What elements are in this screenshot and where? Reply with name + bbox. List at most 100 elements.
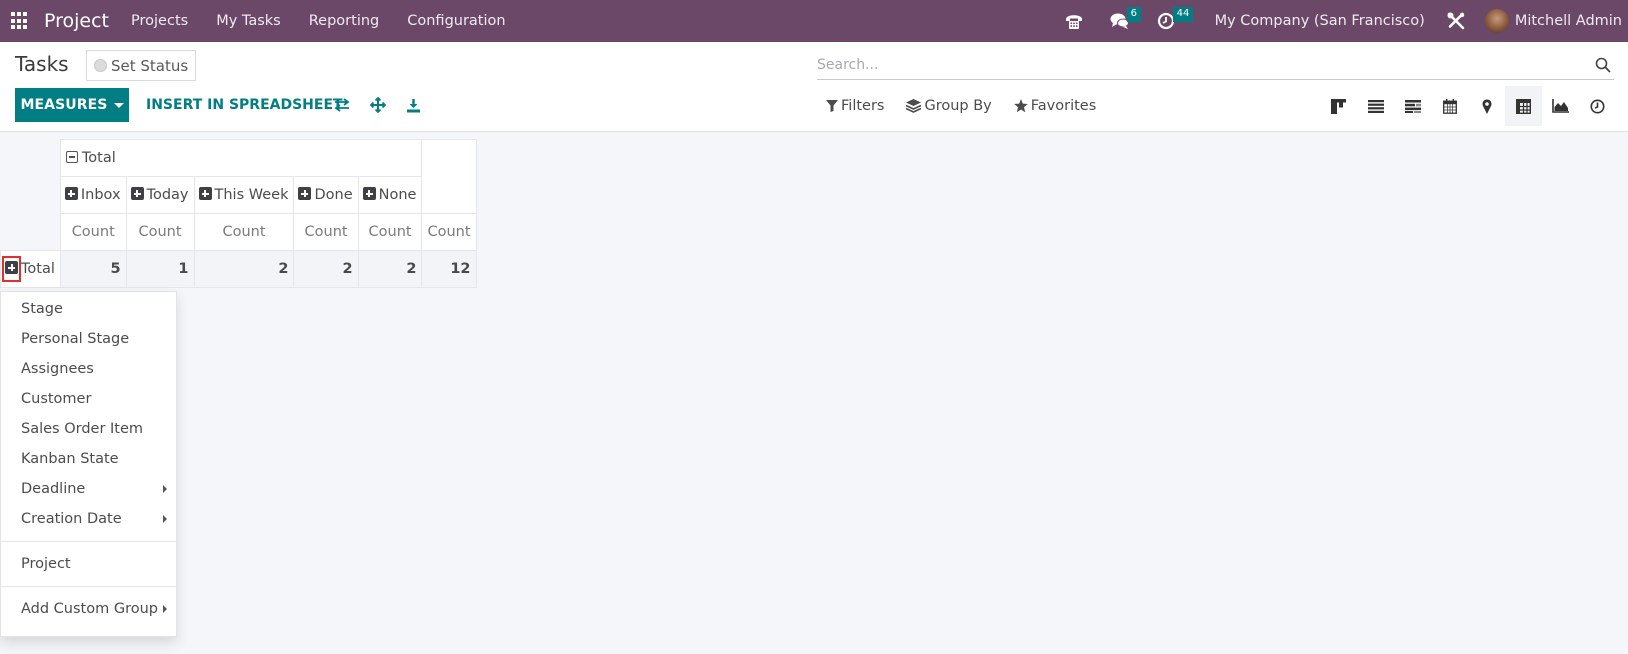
col-header-total[interactable]: Total (59, 139, 423, 177)
col-header-label: This Week (214, 187, 289, 203)
phone-icon[interactable] (1063, 10, 1085, 32)
set-status-button[interactable]: Set Status (86, 50, 197, 81)
option-label: Deadline (21, 481, 86, 497)
messages-badge: 6 (1126, 7, 1141, 22)
filter-icon (826, 100, 838, 112)
groupby-option-stage[interactable]: Stage (1, 294, 176, 324)
option-label: Creation Date (21, 511, 122, 527)
menu-my-tasks[interactable]: My Tasks (216, 13, 281, 29)
row-header-total[interactable]: Total (0, 250, 61, 288)
col-header-this-week[interactable]: This Week (193, 176, 295, 214)
option-label: Sales Order Item (21, 421, 144, 437)
groupby-option-customer[interactable]: Customer (1, 384, 176, 414)
pivot-cell[interactable]: 2 (357, 250, 423, 288)
groupby-option-kanban-state[interactable]: Kanban State (1, 444, 176, 474)
apps-menu-icon[interactable] (11, 12, 29, 30)
download-icon[interactable] (402, 94, 424, 116)
graph-view-icon[interactable] (1542, 86, 1579, 126)
menu-projects[interactable]: Projects (131, 13, 188, 29)
expand-icon (298, 187, 312, 200)
list-view-icon[interactable] (1357, 86, 1394, 126)
col-header-label: Inbox (80, 187, 121, 203)
measure-header[interactable]: Count (357, 213, 423, 251)
option-label: Kanban State (21, 451, 119, 467)
pivot-cell-grand-total[interactable]: 12 (421, 250, 477, 288)
measure-header[interactable]: Count (59, 213, 127, 251)
col-header-label: Done (314, 187, 353, 203)
row-header-label: Total (21, 261, 55, 277)
option-label: Personal Stage (21, 331, 130, 347)
top-navbar: Project Projects My Tasks Reporting Conf… (0, 0, 1628, 42)
map-view-icon[interactable] (1468, 86, 1505, 126)
search-icon[interactable] (1592, 54, 1614, 76)
search-input[interactable] (817, 56, 1592, 73)
favorites-button[interactable]: Favorites (1013, 98, 1096, 114)
layers-icon (906, 99, 922, 113)
option-label: Stage (21, 301, 63, 317)
col-header-total-label: Total (81, 150, 116, 166)
measure-header[interactable]: Count (421, 213, 477, 251)
groupby-option-assignees[interactable]: Assignees (1, 354, 176, 384)
collapse-icon (65, 151, 78, 163)
debug-tools-icon[interactable] (1445, 10, 1467, 32)
expand-all-icon[interactable] (367, 94, 389, 116)
insert-in-spreadsheet-button[interactable]: INSERT IN SPREADSHEET (146, 88, 343, 122)
col-header-label: Today (146, 187, 189, 203)
groupby-option-sales-order-item[interactable]: Sales Order Item (1, 414, 176, 444)
option-label: Assignees (21, 361, 94, 377)
col-header-today[interactable]: Today (125, 176, 195, 214)
menu-reporting[interactable]: Reporting (309, 13, 380, 29)
calendar-view-icon[interactable] (1431, 86, 1468, 126)
user-menu[interactable]: Mitchell Admin (1484, 9, 1622, 33)
activities-badge: 44 (1172, 7, 1194, 22)
company-switcher[interactable]: My Company (San Francisco) (1215, 13, 1425, 29)
option-label: Customer (21, 391, 92, 407)
measures-button[interactable]: MEASURES (15, 88, 129, 122)
divider (1, 541, 176, 542)
measure-header[interactable]: Count (125, 213, 195, 251)
group-by-button[interactable]: Group By (906, 98, 992, 114)
col-header-done[interactable]: Done (293, 176, 359, 214)
activity-clock-icon[interactable]: 44 (1155, 7, 1194, 32)
measure-header[interactable]: Count (193, 213, 295, 251)
groupby-option-project[interactable]: Project (1, 549, 176, 579)
expand-row-button[interactable] (2, 256, 21, 282)
option-label: Project (21, 556, 71, 572)
pivot-cell[interactable]: 5 (59, 250, 127, 288)
groupby-option-creation-date[interactable]: Creation Date (1, 504, 176, 534)
activity-view-icon[interactable] (1579, 86, 1616, 126)
col-header-inbox[interactable]: Inbox (59, 176, 127, 214)
col-header-none[interactable]: None (357, 176, 423, 214)
user-name: Mitchell Admin (1514, 13, 1622, 29)
chat-icon[interactable]: 6 (1109, 7, 1141, 32)
app-brand[interactable]: Project (44, 10, 109, 32)
kanban-view-icon[interactable] (1320, 86, 1357, 126)
expand-icon (198, 187, 212, 200)
flip-axis-icon[interactable] (331, 94, 353, 116)
add-custom-group[interactable]: Add Custom Group (1, 594, 176, 624)
page-title: Tasks (15, 52, 69, 76)
pivot-table: Total Inbox Today This Week Done None Co… (0, 139, 477, 288)
pivot-view-icon[interactable] (1505, 86, 1542, 126)
main-menu: Projects My Tasks Reporting Configuratio… (131, 13, 534, 29)
caret-right-icon (163, 485, 167, 493)
groupby-option-deadline[interactable]: Deadline (1, 474, 176, 504)
measure-header[interactable]: Count (293, 213, 359, 251)
expand-icon (362, 187, 376, 200)
caret-right-icon (163, 515, 167, 523)
pivot-cell[interactable]: 2 (293, 250, 359, 288)
groupby-option-personal-stage[interactable]: Personal Stage (1, 324, 176, 354)
filters-button[interactable]: Filters (826, 98, 884, 114)
control-panel: Tasks Set Status MEASURES INSERT IN SPRE… (0, 42, 1628, 132)
option-label: Add Custom Group (21, 601, 158, 617)
col-header-label: None (378, 187, 417, 203)
set-status-label: Set Status (111, 56, 189, 75)
pivot-cell[interactable]: 1 (125, 250, 195, 288)
menu-configuration[interactable]: Configuration (407, 13, 505, 29)
gantt-view-icon[interactable] (1394, 86, 1431, 126)
pivot-cell[interactable]: 2 (193, 250, 295, 288)
caret-down-icon (113, 102, 124, 108)
groupby-dropdown: Stage Personal Stage Assignees Customer … (0, 291, 177, 637)
measures-label: MEASURES (20, 97, 108, 113)
star-icon (1013, 99, 1028, 113)
